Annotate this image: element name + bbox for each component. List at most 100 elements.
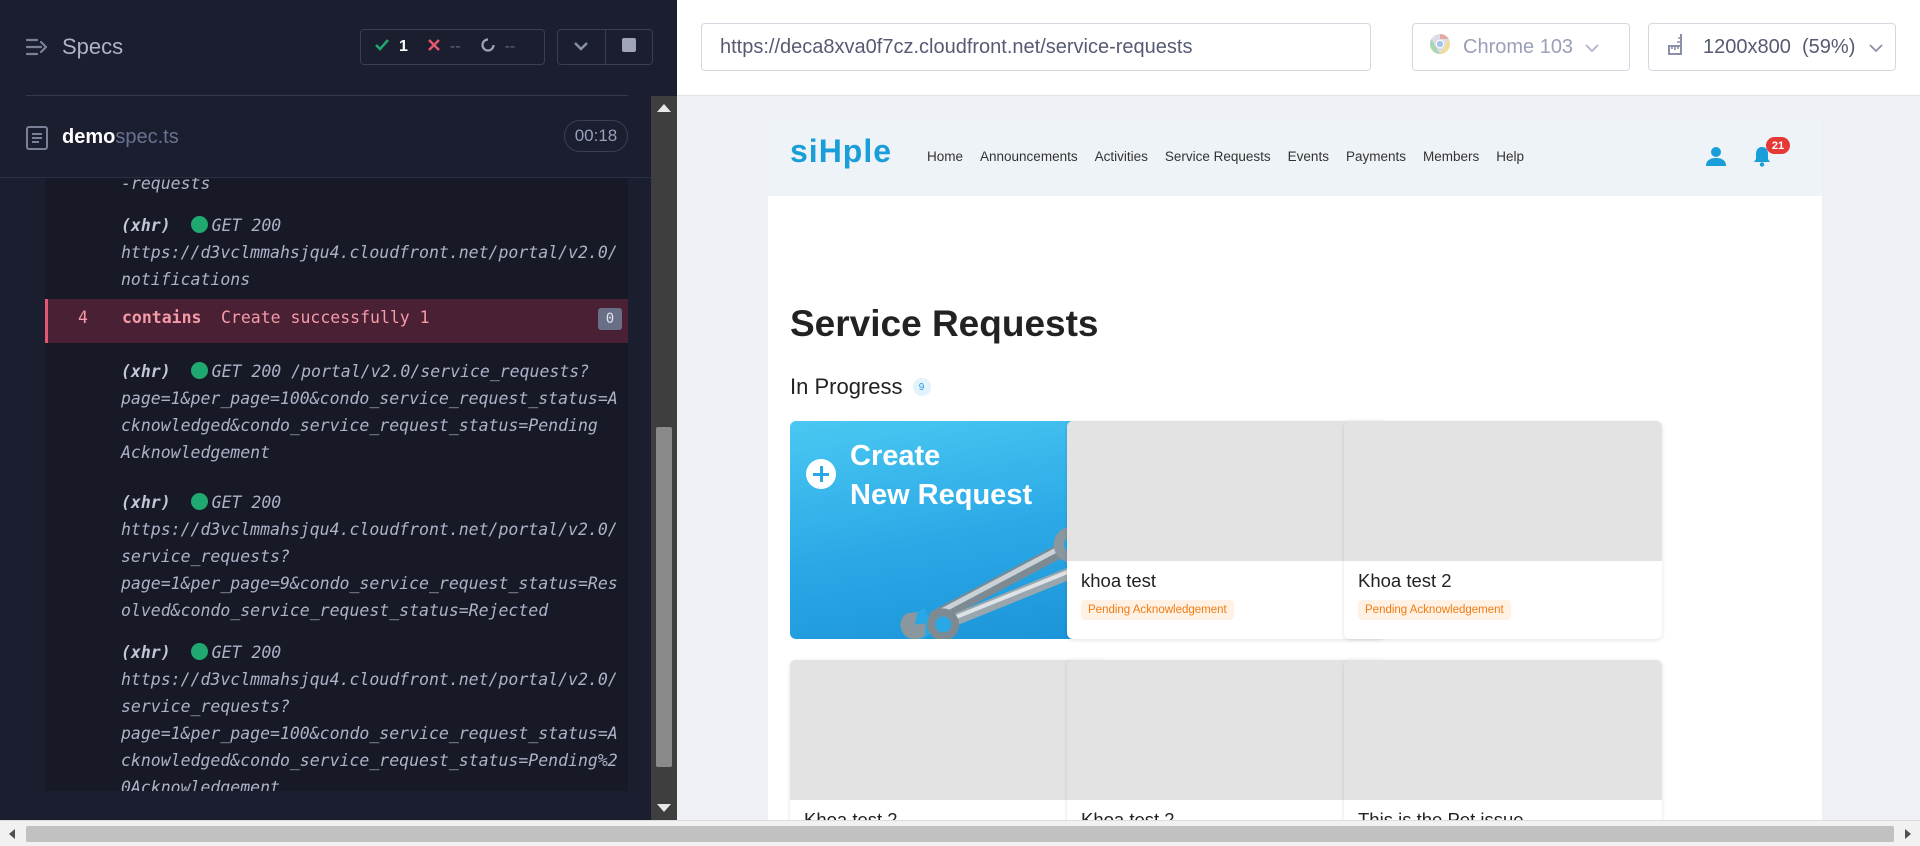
request-card[interactable]: khoa test Pending Acknowledgement (1067, 421, 1385, 639)
scroll-right-icon[interactable] (1905, 829, 1911, 839)
status-dot-icon (190, 216, 208, 233)
horizontal-scrollbar[interactable] (0, 820, 1920, 846)
runner-controls (557, 29, 653, 65)
log-url: notifications (121, 270, 251, 289)
section-title: In Progress 9 (790, 374, 931, 400)
aut-header: https://deca8xva0f7cz.cloudfront.net/ser… (677, 0, 1920, 96)
log-url: cknowledged&condo_service_request_status… (121, 416, 598, 435)
nav-home[interactable]: Home (927, 149, 963, 164)
status-dot-icon (190, 643, 208, 660)
nav-help[interactable]: Help (1496, 149, 1524, 164)
scroll-left-icon[interactable] (9, 829, 15, 839)
runner-topbar: Specs 1 -- -- (0, 0, 677, 96)
request-image (1344, 421, 1662, 561)
aut-stage: siHple Home Announcements Activities Ser… (677, 96, 1920, 820)
section-count-badge: 9 (912, 378, 931, 396)
passed-count: 1 (399, 38, 408, 55)
viewport-scale: (59%) (1802, 35, 1856, 58)
horizontal-scrollbar-thumb[interactable] (26, 826, 1894, 842)
command-log: -requests (xhr) GET 200 https://d3vclmmah… (45, 178, 628, 791)
request-card[interactable]: Khoa test 2 Pending Acknowledgement (1344, 421, 1662, 639)
pending-stat: -- (480, 37, 516, 57)
log-method: GET 200 /portal/v2.0/service_requests? (211, 362, 590, 381)
log-entry-xhr[interactable]: (xhr) GET 200 https://d3vclmmahsjqu4.clou… (45, 639, 628, 791)
scroll-down-icon[interactable] (657, 804, 671, 812)
scroll-up-icon[interactable] (657, 104, 671, 112)
request-card[interactable]: Khoa test 2 (1067, 660, 1385, 820)
spec-name: demo (62, 126, 116, 148)
log-url: service_requests? (121, 697, 290, 716)
failed-count: -- (449, 38, 461, 55)
app-iframe: siHple Home Announcements Activities Ser… (768, 119, 1822, 820)
request-card[interactable]: This is the Pet issue (1344, 660, 1662, 820)
create-line1: Create (850, 440, 941, 472)
chrome-icon (1429, 33, 1451, 61)
url-bar[interactable]: https://deca8xva0f7cz.cloudfront.net/ser… (701, 23, 1371, 71)
status-badge: Pending Acknowledgement (1358, 600, 1511, 620)
file-icon (26, 126, 48, 155)
user-icon[interactable] (1706, 146, 1726, 171)
viewport-selector[interactable]: 1200x800 (59%) (1648, 23, 1896, 71)
nav-activities[interactable]: Activities (1095, 149, 1148, 164)
plus-icon (806, 459, 836, 489)
specs-list-icon (26, 38, 48, 56)
nav-announcements[interactable]: Announcements (980, 149, 1078, 164)
log-method: GET 200 (211, 216, 282, 235)
log-url: olved&condo_service_request_status=Rejec… (121, 601, 549, 620)
stop-button[interactable] (604, 30, 652, 64)
page-title: Service Requests (790, 303, 1099, 344)
ruler-icon (1667, 33, 1689, 61)
log-line-continued[interactable]: -requests (45, 178, 628, 197)
pending-spinner-icon (480, 37, 495, 57)
app-navbar: siHple Home Announcements Activities Ser… (768, 119, 1822, 196)
scrollbar-thumb[interactable] (656, 427, 672, 767)
x-icon (428, 38, 440, 56)
specs-button[interactable]: Specs (26, 34, 123, 60)
nav-service-requests[interactable]: Service Requests (1165, 149, 1271, 164)
request-card[interactable]: Khoa test 2 (790, 660, 1108, 820)
stop-icon (621, 37, 636, 57)
log-url: page=1&per_page=100&condo_service_reques… (121, 389, 618, 408)
browser-selector[interactable]: Chrome 103 (1412, 23, 1630, 71)
log-url: 0Acknowledgement (121, 778, 280, 791)
notification-badge: 21 (1766, 137, 1790, 154)
spec-filename: demospec.ts (62, 126, 179, 149)
status-badge: Pending Acknowledgement (1081, 600, 1234, 620)
create-request-card[interactable]: Create New Request (790, 421, 1108, 639)
check-icon (375, 38, 389, 56)
request-title: Khoa test 2 (804, 809, 898, 820)
request-title: khoa test (1081, 570, 1157, 591)
log-method: GET 200 (211, 493, 282, 512)
status-dot-icon (190, 362, 208, 379)
command-message: Create successfully 1 (221, 308, 430, 327)
nav-links: Home Announcements Activities Service Re… (927, 149, 1524, 164)
log-url: https://d3vclmmahsjqu4.cloudfront.net/po… (121, 243, 618, 262)
failed-command-row[interactable]: 4 contains Create successfully 1 0 (45, 299, 628, 343)
log-entry-xhr[interactable]: (xhr) GET 200 https://d3vclmmahsjqu4.clou… (45, 212, 628, 293)
request-title: This is the Pet issue (1358, 809, 1524, 820)
passed-stat: 1 (375, 38, 408, 56)
log-entry-xhr[interactable]: (xhr) GET 200 /portal/v2.0/service_reques… (45, 358, 628, 466)
log-url: Acknowledgement (121, 443, 271, 462)
pending-count: -- (504, 38, 516, 55)
request-title: Khoa test 2 (1358, 570, 1452, 591)
spec-ext: spec.ts (115, 126, 179, 148)
log-kw: (xhr) (121, 643, 171, 662)
log-url: https://d3vclmmahsjqu4.cloudfront.net/po… (121, 670, 618, 689)
command-log-scrollbar[interactable] (651, 96, 677, 820)
chevron-down-icon (573, 38, 589, 56)
nav-events[interactable]: Events (1288, 149, 1329, 164)
log-url: page=1&per_page=100&condo_service_reques… (121, 724, 618, 743)
log-url: cknowledged&condo_service_request_status… (121, 751, 618, 770)
nav-payments[interactable]: Payments (1346, 149, 1406, 164)
log-method: GET 200 (211, 643, 282, 662)
elements-count-badge: 0 (598, 308, 622, 330)
toggle-autoscroll-button[interactable] (558, 30, 605, 64)
log-entry-xhr[interactable]: (xhr) GET 200 https://d3vclmmahsjqu4.clou… (45, 489, 628, 624)
nav-members[interactable]: Members (1423, 149, 1479, 164)
command-index: 4 (78, 308, 88, 327)
app-logo[interactable]: siHple (790, 133, 892, 170)
request-image (790, 660, 1108, 800)
log-kw: (xhr) (121, 362, 171, 381)
viewport-size: 1200x800 (1703, 35, 1791, 58)
